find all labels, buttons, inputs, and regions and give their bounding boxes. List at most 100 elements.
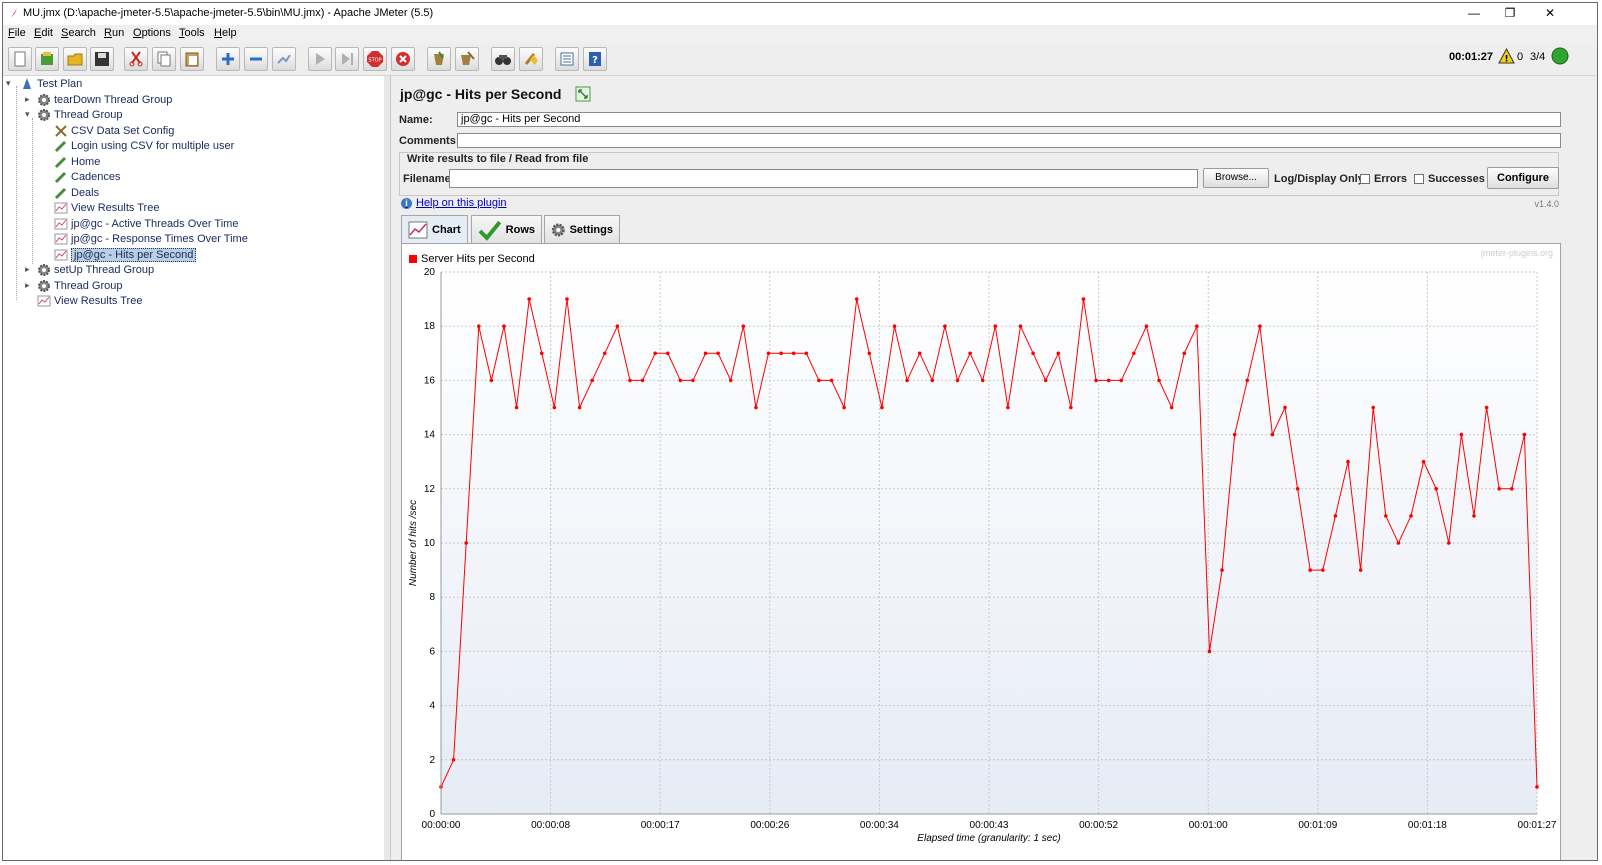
data-point (665, 351, 670, 356)
pane-splitter[interactable] (384, 76, 391, 860)
minimize-button[interactable]: — (1463, 5, 1485, 21)
pipette-icon (54, 140, 67, 153)
restore-button[interactable]: ❐ (1499, 5, 1521, 21)
start-no-pauses-icon[interactable] (335, 47, 359, 71)
open-icon[interactable] (63, 47, 87, 71)
collapse-toggle-icon[interactable]: ▾ (25, 110, 32, 119)
data-point (602, 351, 607, 356)
comments-input[interactable] (457, 133, 1561, 148)
collapse-toggle-icon[interactable]: ▾ (6, 79, 13, 88)
menu-help[interactable]: Help (214, 27, 237, 39)
y-tick-label: 12 (424, 484, 436, 495)
gear-icon (38, 94, 50, 106)
tree-item-hits-per-second[interactable]: jp@gc - Hits per Second (54, 248, 197, 262)
tree-item-csv-data-set-config[interactable]: CSV Data Set Config (54, 124, 174, 138)
tree-item-response-times[interactable]: jp@gc - Response Times Over Time (54, 232, 248, 246)
expand-toggle-icon[interactable]: ▸ (25, 281, 32, 290)
tab-rows[interactable]: Rows (471, 215, 542, 243)
filename-input[interactable] (449, 169, 1198, 188)
start-icon[interactable] (308, 47, 332, 71)
tree-item-active-threads[interactable]: jp@gc - Active Threads Over Time (54, 217, 238, 231)
x-tick-label: 00:00:34 (860, 820, 899, 831)
tree-item-test-plan[interactable]: Test Plan (20, 77, 82, 91)
tree-item-cadences[interactable]: Cadences (54, 170, 121, 184)
gear-icon (551, 223, 565, 236)
successes-checkbox[interactable] (1414, 174, 1424, 184)
new-icon[interactable] (8, 47, 32, 71)
name-input[interactable]: jp@gc - Hits per Second (457, 112, 1561, 127)
errors-label: Errors (1374, 173, 1408, 185)
data-point (754, 405, 758, 410)
warning-icon[interactable]: ! (1498, 48, 1515, 64)
data-point (476, 324, 481, 328)
warning-count: 0 (1517, 51, 1524, 63)
data-point (678, 378, 683, 383)
function-helper-icon[interactable] (555, 47, 579, 71)
search-icon[interactable] (491, 47, 515, 71)
y-tick-label: 10 (424, 538, 436, 549)
toggle-icon[interactable] (272, 47, 296, 71)
clear-icon[interactable] (427, 47, 451, 71)
data-point (791, 351, 796, 356)
data-point (527, 297, 531, 301)
stop-icon[interactable]: STOP (363, 47, 387, 71)
menu-tools[interactable]: Tools (179, 27, 205, 39)
data-point (728, 378, 733, 383)
copy-icon[interactable] (152, 47, 176, 71)
collapse-all-icon[interactable] (244, 47, 268, 71)
y-tick-label: 20 (424, 267, 436, 278)
cut-icon[interactable] (124, 47, 148, 71)
paste-icon[interactable] (180, 47, 204, 71)
configure-button[interactable]: Configure (1487, 167, 1559, 189)
data-point (1006, 405, 1010, 410)
tree-item-thread-group[interactable]: Thread Group (37, 108, 122, 122)
menu-search[interactable]: Search (61, 27, 96, 39)
menu-edit[interactable]: Edit (34, 27, 53, 39)
tree-item-home[interactable]: Home (54, 155, 100, 169)
clear-all-icon[interactable] (455, 47, 479, 71)
plugin-version: v1.4.0 (1534, 199, 1559, 209)
data-point (968, 351, 972, 356)
data-point (905, 378, 909, 383)
data-point (1031, 351, 1035, 356)
name-label: Name: (399, 114, 433, 126)
menu-options[interactable]: Options (133, 27, 171, 39)
help-link[interactable]: i Help on this plugin (401, 197, 507, 209)
graph-icon (54, 202, 68, 214)
tree-item-view-results-tree[interactable]: View Results Tree (54, 201, 159, 215)
menu-file[interactable]: File (8, 27, 26, 39)
menu-run[interactable]: Run (104, 27, 124, 39)
templates-icon[interactable] (35, 47, 59, 71)
expand-toggle-icon[interactable]: ▸ (25, 95, 32, 104)
x-tick-label: 00:01:00 (1189, 820, 1228, 831)
tab-chart[interactable]: Chart (401, 215, 468, 244)
close-window-button[interactable]: ✕ (1539, 5, 1561, 21)
tree-item-teardown-thread-group[interactable]: tearDown Thread Group (37, 93, 172, 107)
x-tick-label: 00:00:26 (750, 820, 789, 831)
tree-item-view-results-tree-2[interactable]: View Results Tree (37, 294, 142, 308)
expand-all-icon[interactable] (216, 47, 240, 71)
browse-button[interactable]: Browse... (1203, 168, 1269, 188)
tab-settings[interactable]: Settings (544, 215, 620, 243)
save-icon[interactable] (90, 47, 114, 71)
app-window: MU.jmx (D:\apache-jmeter-5.5\apache-jmet… (2, 2, 1598, 861)
tree-item-setup-thread-group[interactable]: setUp Thread Group (37, 263, 154, 277)
shutdown-icon[interactable] (391, 47, 415, 71)
data-point (1220, 568, 1224, 572)
help-icon[interactable]: ? (583, 47, 607, 71)
panel-title: jp@gc - Hits per Second (400, 86, 562, 102)
errors-checkbox[interactable] (1360, 174, 1370, 184)
data-point (993, 324, 998, 328)
data-point (1132, 351, 1136, 356)
svg-text:STOP: STOP (368, 58, 381, 64)
reset-search-icon[interactable] (519, 47, 543, 71)
data-point (691, 378, 695, 383)
tree-item-thread-group-2[interactable]: Thread Group (37, 279, 122, 293)
expand-toggle-icon[interactable]: ▸ (25, 265, 32, 274)
maximize-panel-icon[interactable] (575, 86, 591, 102)
tree-item-deals[interactable]: Deals (54, 186, 99, 200)
data-point (1472, 514, 1476, 518)
tree-item-login-sampler[interactable]: Login using CSV for multiple user (54, 139, 234, 153)
data-point (1043, 378, 1048, 383)
data-point (1245, 378, 1250, 383)
